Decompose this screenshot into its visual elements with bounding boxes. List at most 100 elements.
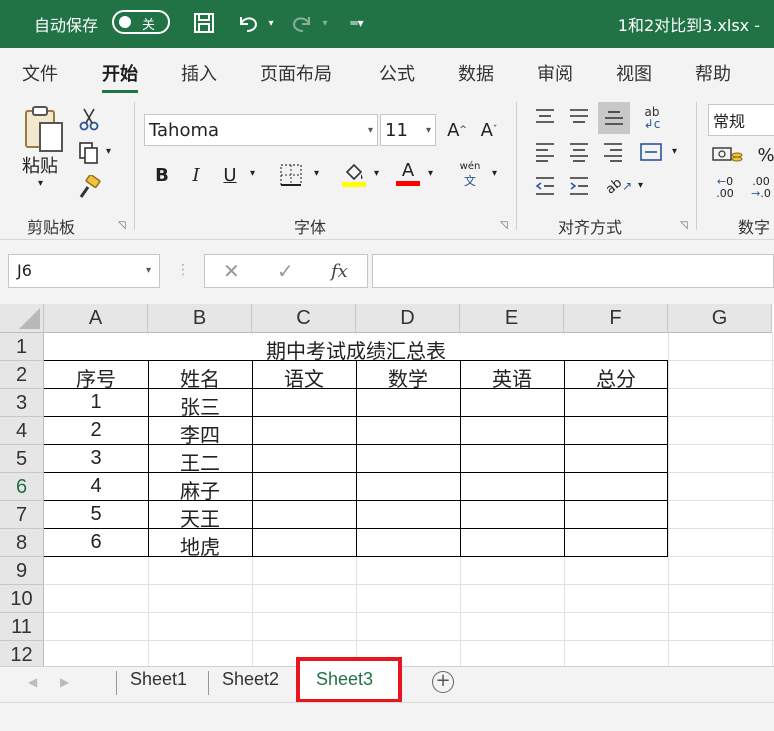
decrease-decimal-icon[interactable]: .00 →.0 bbox=[744, 174, 774, 202]
sheet-tab-3[interactable]: Sheet3 bbox=[316, 669, 373, 690]
table-cell-name[interactable]: 李四 bbox=[148, 419, 252, 448]
increase-font-icon[interactable]: A ^ bbox=[444, 114, 470, 146]
percent-icon[interactable]: % bbox=[756, 142, 774, 168]
column-header-g[interactable]: G bbox=[668, 304, 772, 333]
header-cell-english[interactable]: 英语 bbox=[460, 363, 564, 392]
undo-dropdown-icon[interactable]: ▾ bbox=[264, 8, 278, 38]
underline-dropdown-icon[interactable]: ▾ bbox=[250, 168, 255, 179]
table-cell-name[interactable]: 地虎 bbox=[148, 531, 252, 560]
header-cell-name[interactable]: 姓名 bbox=[148, 363, 252, 392]
tab-page-layout[interactable]: 页面布局 bbox=[260, 60, 332, 86]
table-cell-seq[interactable]: 1 bbox=[44, 391, 148, 414]
accounting-format-icon[interactable] bbox=[710, 142, 746, 168]
table-cell-seq[interactable]: 4 bbox=[44, 475, 148, 498]
paste-icon[interactable] bbox=[18, 104, 68, 154]
table-cell-name[interactable]: 天王 bbox=[148, 503, 252, 532]
orientation-icon[interactable]: ab ↗ bbox=[603, 172, 634, 200]
number-format-select[interactable]: 常规 bbox=[708, 104, 774, 136]
merge-dropdown-icon[interactable]: ▾ bbox=[672, 146, 677, 157]
clipboard-launcher-icon[interactable]: ◹ bbox=[118, 220, 126, 231]
phonetic-dropdown-icon[interactable]: ▾ bbox=[492, 168, 497, 179]
tab-insert[interactable]: 插入 bbox=[181, 60, 217, 86]
header-cell-math[interactable]: 数学 bbox=[356, 363, 460, 392]
tab-formulas[interactable]: 公式 bbox=[379, 60, 415, 86]
wrap-text-icon[interactable]: ab ↲c bbox=[636, 102, 668, 134]
row-header-2[interactable]: 2 bbox=[0, 361, 44, 389]
row-header-1[interactable]: 1 bbox=[0, 333, 44, 361]
table-cell-name[interactable]: 张三 bbox=[148, 391, 252, 420]
tab-data[interactable]: 数据 bbox=[458, 60, 494, 86]
sheet-tab-2[interactable]: Sheet2 bbox=[222, 669, 279, 690]
table-cell-seq[interactable]: 6 bbox=[44, 531, 148, 554]
align-top-icon[interactable] bbox=[530, 102, 560, 130]
column-header-c[interactable]: C bbox=[252, 304, 356, 333]
align-center-icon[interactable] bbox=[564, 138, 594, 166]
autosave-toggle[interactable]: 关 bbox=[112, 10, 170, 34]
copy-dropdown-icon[interactable]: ▾ bbox=[106, 146, 111, 157]
table-cell-name[interactable]: 王二 bbox=[148, 447, 252, 476]
worksheet-grid[interactable]: A B C D E F G 1 2 3 4 5 6 7 8 9 10 11 12… bbox=[0, 304, 774, 666]
font-launcher-icon[interactable]: ◹ bbox=[500, 220, 508, 231]
row-header-9[interactable]: 9 bbox=[0, 557, 44, 585]
align-right-icon[interactable] bbox=[598, 138, 628, 166]
header-cell-chinese[interactable]: 语文 bbox=[252, 363, 356, 392]
bold-icon[interactable]: B bbox=[148, 160, 176, 190]
format-painter-icon[interactable] bbox=[74, 174, 104, 200]
row-header-7[interactable]: 7 bbox=[0, 501, 44, 529]
phonetic-guide-icon[interactable]: wén 文 bbox=[454, 160, 486, 190]
alignment-launcher-icon[interactable]: ◹ bbox=[680, 220, 688, 231]
insert-function-icon[interactable]: fx bbox=[331, 261, 348, 282]
enter-icon[interactable]: ✓ bbox=[277, 259, 294, 283]
cut-icon[interactable] bbox=[76, 106, 102, 132]
table-cell-seq[interactable]: 3 bbox=[44, 447, 148, 470]
paste-label[interactable]: 粘贴 bbox=[22, 152, 58, 178]
italic-icon[interactable]: I bbox=[182, 160, 210, 190]
table-cell-seq[interactable]: 5 bbox=[44, 503, 148, 526]
font-name-select[interactable]: Tahoma ▾ bbox=[144, 114, 378, 146]
font-color-dropdown-icon[interactable]: ▾ bbox=[428, 168, 433, 179]
row-header-10[interactable]: 10 bbox=[0, 585, 44, 613]
orientation-dropdown-icon[interactable]: ▾ bbox=[638, 180, 643, 191]
sheet-tab-3-highlight[interactable]: Sheet3 bbox=[296, 657, 402, 703]
copy-icon[interactable] bbox=[74, 140, 104, 166]
table-cell-name[interactable]: 麻子 bbox=[148, 475, 252, 504]
tab-help[interactable]: 帮助 bbox=[695, 60, 731, 86]
formula-bar-grip-icon[interactable]: ⋮ bbox=[176, 262, 190, 278]
add-sheet-icon[interactable]: + bbox=[432, 671, 454, 693]
row-header-6[interactable]: 6 bbox=[0, 473, 44, 501]
borders-dropdown-icon[interactable]: ▾ bbox=[314, 168, 319, 179]
name-box[interactable]: J6 ▾ bbox=[8, 254, 160, 288]
tab-file[interactable]: 文件 bbox=[22, 60, 58, 86]
scroll-left-icon[interactable]: ◀ bbox=[28, 675, 37, 689]
tab-home[interactable]: 开始 bbox=[102, 60, 138, 93]
increase-indent-icon[interactable] bbox=[564, 172, 594, 200]
row-header-11[interactable]: 11 bbox=[0, 613, 44, 641]
align-left-icon[interactable] bbox=[530, 138, 560, 166]
save-icon[interactable] bbox=[188, 8, 220, 38]
increase-decimal-icon[interactable]: ←0.00 bbox=[708, 174, 742, 202]
cancel-icon[interactable]: ✕ bbox=[223, 259, 240, 283]
column-header-e[interactable]: E bbox=[460, 304, 564, 333]
header-cell-seq[interactable]: 序号 bbox=[44, 363, 148, 392]
column-header-b[interactable]: B bbox=[148, 304, 252, 333]
underline-icon[interactable]: U bbox=[216, 160, 244, 190]
column-header-f[interactable]: F bbox=[564, 304, 668, 333]
row-header-3[interactable]: 3 bbox=[0, 389, 44, 417]
fill-color-dropdown-icon[interactable]: ▾ bbox=[374, 168, 379, 179]
sheet-tab-1[interactable]: Sheet1 bbox=[130, 669, 187, 690]
align-middle-icon[interactable] bbox=[564, 102, 594, 130]
select-all-corner[interactable] bbox=[0, 304, 44, 333]
row-header-5[interactable]: 5 bbox=[0, 445, 44, 473]
column-header-a[interactable]: A bbox=[44, 304, 148, 333]
column-header-d[interactable]: D bbox=[356, 304, 460, 333]
borders-icon[interactable] bbox=[276, 160, 306, 190]
tab-review[interactable]: 审阅 bbox=[537, 60, 573, 86]
fill-color-icon[interactable] bbox=[340, 158, 368, 190]
font-color-icon[interactable]: A bbox=[394, 156, 422, 190]
paste-dropdown-icon[interactable]: ▾ bbox=[38, 178, 43, 189]
tab-view[interactable]: 视图 bbox=[616, 60, 652, 86]
decrease-indent-icon[interactable] bbox=[530, 172, 560, 200]
merge-center-icon[interactable] bbox=[636, 138, 666, 166]
row-header-12[interactable]: 12 bbox=[0, 641, 44, 666]
undo-icon[interactable] bbox=[232, 8, 264, 38]
